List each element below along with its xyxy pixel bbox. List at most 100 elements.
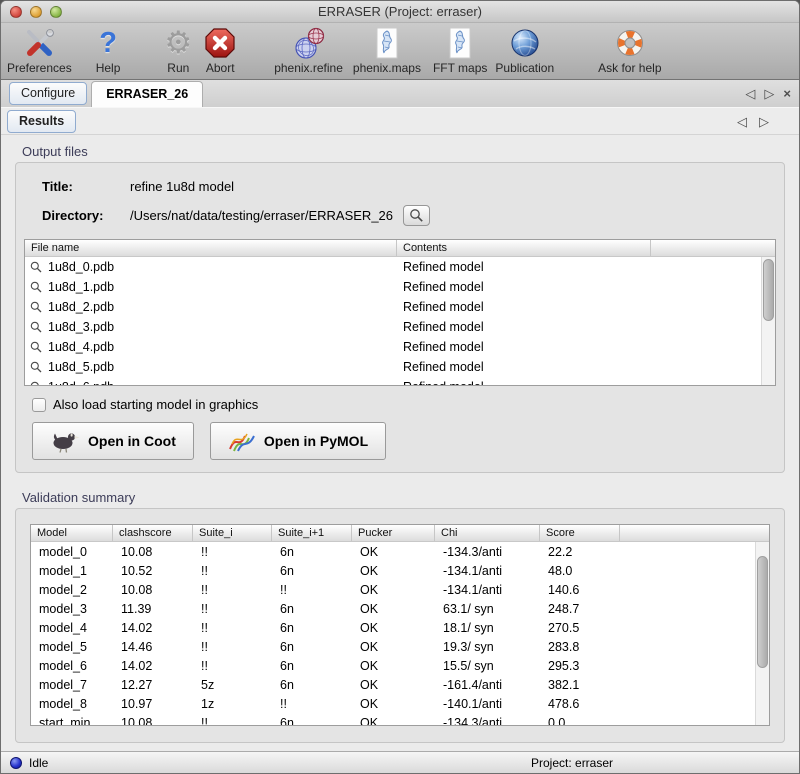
table-row[interactable]: model_2 10.08 !! !! OK -134.1/anti 140.6 (31, 580, 769, 599)
magnifier-icon (30, 381, 42, 386)
file-contents: Refined model (397, 360, 651, 374)
table-row[interactable]: 1u8d_2.pdb Refined model (25, 297, 775, 317)
phenix-maps-button[interactable]: phenix.maps (353, 23, 421, 75)
file-contents: Refined model (397, 280, 651, 294)
cell-suite-i: !! (193, 564, 272, 578)
tab-results[interactable]: Results (7, 110, 76, 133)
minimize-window-button[interactable] (30, 6, 42, 18)
tab-close-icon[interactable]: × (783, 86, 791, 102)
load-starting-model-checkbox[interactable] (32, 398, 46, 412)
open-in-pymol-button[interactable]: Open in PyMOL (210, 422, 386, 460)
open-in-coot-label: Open in Coot (88, 433, 176, 449)
table-row[interactable]: model_7 12.27 5z 6n OK -161.4/anti 382.1 (31, 675, 769, 694)
file-name: 1u8d_0.pdb (48, 260, 114, 274)
open-in-coot-button[interactable]: Open in Coot (32, 422, 194, 460)
cell-clashscore: 14.46 (113, 640, 193, 654)
cell-suite-i: !! (193, 602, 272, 616)
column-header-empty[interactable] (651, 240, 775, 256)
cell-suite-i: 1z (193, 697, 272, 711)
zoom-window-button[interactable] (50, 6, 62, 18)
cell-model: model_2 (31, 583, 113, 597)
cell-suite-i1: !! (272, 697, 352, 711)
scrollbar-thumb[interactable] (763, 259, 774, 321)
toolbar-item-label: FFT maps (433, 61, 487, 75)
ask-for-help-button[interactable]: Ask for help (598, 23, 661, 75)
cell-chi: -140.1/anti (435, 697, 540, 711)
phenix-refine-icon (292, 25, 326, 61)
cell-model: start_min (31, 716, 113, 727)
column-header-contents[interactable]: Contents (397, 240, 651, 256)
column-header-suite-i1[interactable]: Suite_i+1 (272, 525, 352, 541)
cell-model: model_6 (31, 659, 113, 673)
file-contents: Refined model (397, 340, 651, 354)
toolbar-item-label: phenix.maps (353, 61, 421, 75)
phenix-refine-button[interactable]: phenix.refine (274, 23, 343, 75)
column-header-suite-i[interactable]: Suite_i (193, 525, 272, 541)
cell-suite-i1: !! (272, 583, 352, 597)
column-header-clashscore[interactable]: clashscore (113, 525, 193, 541)
open-in-pymol-label: Open in PyMOL (264, 433, 368, 449)
file-contents: Refined model (397, 380, 651, 386)
table-row[interactable]: 1u8d_0.pdb Refined model (25, 257, 775, 277)
cell-clashscore: 10.97 (113, 697, 193, 711)
app-window: ERRASER (Project: erraser) Preferences ?… (0, 0, 800, 774)
run-button[interactable]: ⚙ Run (164, 23, 192, 75)
cell-pucker: OK (352, 564, 435, 578)
title-value: refine 1u8d model (130, 179, 234, 194)
output-files-section-label: Output files (22, 144, 785, 159)
run-gear-icon: ⚙ (164, 25, 192, 61)
publication-button[interactable]: Publication (495, 23, 554, 75)
scrollbar-thumb[interactable] (757, 556, 768, 668)
column-header-pucker[interactable]: Pucker (352, 525, 435, 541)
tab-scroll-left-icon[interactable]: ◁ (745, 86, 755, 102)
close-window-button[interactable] (10, 6, 22, 18)
scrollbar-track[interactable] (761, 257, 775, 385)
toolbar-item-label: Ask for help (598, 61, 661, 75)
file-name: 1u8d_2.pdb (48, 300, 114, 314)
table-row[interactable]: 1u8d_4.pdb Refined model (25, 337, 775, 357)
sub-tabbar: Results ◁ ▷ (1, 108, 799, 135)
table-row[interactable]: model_4 14.02 !! 6n OK 18.1/ syn 270.5 (31, 618, 769, 637)
cell-model: model_7 (31, 678, 113, 692)
table-row[interactable]: model_0 10.08 !! 6n OK -134.3/anti 22.2 (31, 542, 769, 561)
fft-maps-button[interactable]: FFT maps (433, 23, 487, 75)
table-row[interactable]: start_min 10.08 !! 6n OK -134.3/anti 0.0 (31, 713, 769, 726)
column-header-chi[interactable]: Chi (435, 525, 540, 541)
file-name: 1u8d_3.pdb (48, 320, 114, 334)
preferences-button[interactable]: Preferences (7, 23, 72, 75)
subtab-scroll-right-icon[interactable]: ▷ (759, 114, 769, 130)
cell-model: model_3 (31, 602, 113, 616)
toolbar-item-label: Abort (206, 61, 235, 75)
browse-directory-button[interactable] (403, 205, 430, 226)
column-header-model[interactable]: Model (31, 525, 113, 541)
column-header-empty[interactable] (620, 525, 769, 541)
cell-chi: 15.5/ syn (435, 659, 540, 673)
help-button[interactable]: ? Help (96, 23, 121, 75)
cell-clashscore: 10.08 (113, 583, 193, 597)
preferences-icon (23, 25, 55, 61)
tab-scroll-right-icon[interactable]: ▷ (764, 86, 774, 102)
table-row[interactable]: 1u8d_5.pdb Refined model (25, 357, 775, 377)
table-row[interactable]: 1u8d_6.pdb Refined model (25, 377, 775, 386)
table-row[interactable]: model_3 11.39 !! 6n OK 63.1/ syn 248.7 (31, 599, 769, 618)
cell-pucker: OK (352, 716, 435, 727)
cell-suite-i: !! (193, 545, 272, 559)
cell-chi: -134.1/anti (435, 564, 540, 578)
toolbar-item-label: Help (96, 61, 121, 75)
table-row[interactable]: 1u8d_1.pdb Refined model (25, 277, 775, 297)
cell-clashscore: 10.08 (113, 545, 193, 559)
tab-configure[interactable]: Configure (9, 82, 87, 105)
column-header-file-name[interactable]: File name (25, 240, 397, 256)
magnifier-icon (409, 208, 424, 223)
abort-button[interactable]: Abort (204, 23, 236, 75)
lifebuoy-icon (614, 25, 646, 61)
scrollbar-track[interactable] (755, 542, 769, 725)
table-row[interactable]: model_8 10.97 1z !! OK -140.1/anti 478.6 (31, 694, 769, 713)
column-header-score[interactable]: Score (540, 525, 620, 541)
tab-erraser-26[interactable]: ERRASER_26 (91, 81, 203, 107)
table-row[interactable]: model_5 14.46 !! 6n OK 19.3/ syn 283.8 (31, 637, 769, 656)
subtab-scroll-left-icon[interactable]: ◁ (737, 114, 747, 130)
table-row[interactable]: model_1 10.52 !! 6n OK -134.1/anti 48.0 (31, 561, 769, 580)
table-row[interactable]: model_6 14.02 !! 6n OK 15.5/ syn 295.3 (31, 656, 769, 675)
table-row[interactable]: 1u8d_3.pdb Refined model (25, 317, 775, 337)
